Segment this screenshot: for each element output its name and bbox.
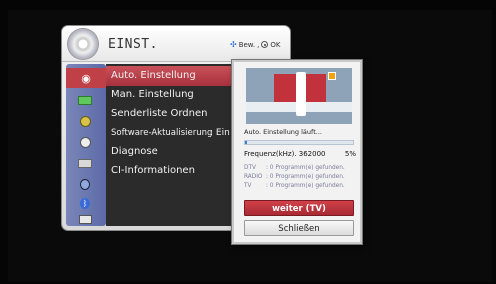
software-update-value: : Ein [210,128,230,138]
menu-item-label: Diagnose [111,146,158,157]
continue-button[interactable]: weiter (TV) [244,200,354,216]
result-row: TV : 0 Programm(e) gefunden. [244,183,345,189]
settings-disc-icon[interactable]: ◉ [66,68,106,88]
tuning-status: Auto. Einstellung läuft... [244,128,322,136]
category-icon-column: ◉ ᛒ [66,64,106,226]
tuning-animation-image [246,68,352,124]
network-icon[interactable] [73,211,97,227]
menu-item-label: Auto. Einstellung [111,70,196,81]
menu-item-label: Senderliste Ordnen [111,108,208,119]
result-row: DTV : 0 Programm(e) gefunden. [244,165,345,171]
hint-move: Bew. [238,40,256,49]
tuning-progress-bar [244,140,354,145]
ok-icon [261,41,269,48]
picture-icon[interactable] [73,92,97,108]
close-button[interactable]: Schließen [244,220,354,236]
clock-icon[interactable] [73,134,97,150]
result-row: RADIO : 0 Programm(e) gefunden. [244,174,345,180]
frequency-row: Frequenz(kHz). 362000 5% [244,150,356,158]
auto-tuning-dialog: Auto. Einstellung läuft... Frequenz(kHz)… [232,60,362,244]
menu-item-label: CI-Informationen [111,165,195,176]
progress-fill [245,141,248,144]
menu-title: EINST. [108,37,158,52]
menu-header: EINST. ✣ Bew., OK [62,26,290,62]
navigation-hint: ✣ Bew., OK [230,40,281,49]
lock-icon[interactable] [73,176,97,192]
menu-item-label: Man. Einstellung [111,89,194,100]
bluetooth-icon[interactable]: ᛒ [73,195,97,211]
channel-results: DTV : 0 Programm(e) gefunden. RADIO : 0 … [244,164,360,191]
signal-badge-icon [328,72,336,80]
frequency-percent: 5% [344,150,356,158]
menu-item-label: Software-Aktualisierung [111,128,213,138]
hint-ok: OK [270,40,281,49]
option-icon[interactable] [73,155,97,171]
frequency-label: Frequenz(kHz). 362000 [244,150,326,158]
arrows-icon: ✣ [230,40,237,49]
settings-disc-icon [68,29,98,59]
audio-icon[interactable] [73,113,97,129]
